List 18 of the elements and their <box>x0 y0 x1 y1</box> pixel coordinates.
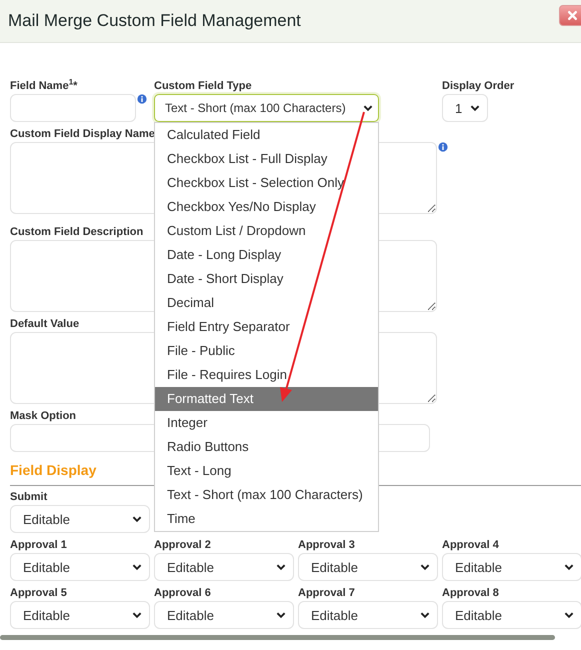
field-label: Custom Field Type <box>154 80 252 93</box>
field-label: Approval 6 <box>154 587 211 600</box>
section-heading: Field Display <box>10 462 96 479</box>
field-label: Approval 5 <box>10 587 67 600</box>
field-label: Approval 8 <box>442 587 499 600</box>
field-label: Custom Field Display Name <box>10 128 155 141</box>
field-label: Approval 2 <box>154 539 211 552</box>
window-title: Mail Merge Custom Field Management <box>8 11 301 31</box>
field-label: Custom Field Description <box>10 226 144 239</box>
field-label: Default Value <box>10 318 80 331</box>
field-label: Submit <box>10 491 48 504</box>
field-label: Mask Option <box>10 410 76 423</box>
field-label: Approval 4 <box>442 539 499 552</box>
field-label: Approval 7 <box>298 587 355 600</box>
field-label: Approval 3 <box>298 539 355 552</box>
field-label: Display Order <box>442 80 514 93</box>
field-label: Approval 1 <box>10 539 67 552</box>
field-label: Field Name$^{1}$* <box>10 80 78 93</box>
